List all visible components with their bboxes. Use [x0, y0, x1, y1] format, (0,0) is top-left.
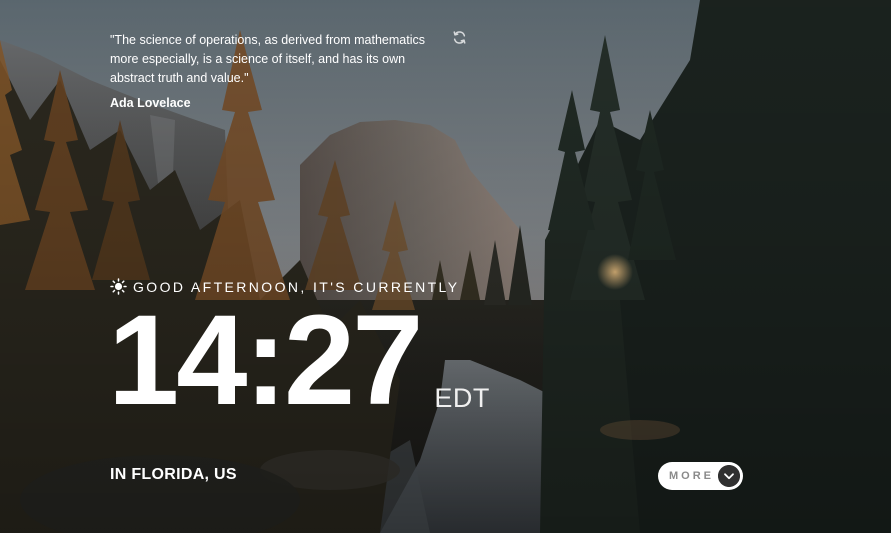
clock: 14:27	[108, 289, 423, 432]
quote-author: Ada Lovelace	[110, 96, 191, 110]
location: IN FLORIDA, US	[110, 466, 237, 483]
refresh-icon[interactable]	[452, 30, 467, 45]
time-display: 14:27 EDT	[108, 296, 490, 426]
quote-block: "The science of operations, as derived f…	[110, 31, 445, 110]
more-button[interactable]: MORE	[658, 462, 743, 490]
timezone: EDT	[434, 383, 490, 413]
more-button-label: MORE	[669, 470, 714, 482]
chevron-down-icon	[718, 465, 740, 487]
quote-text: "The science of operations, as derived f…	[110, 33, 425, 85]
clock-app: "The science of operations, as derived f…	[0, 0, 891, 533]
